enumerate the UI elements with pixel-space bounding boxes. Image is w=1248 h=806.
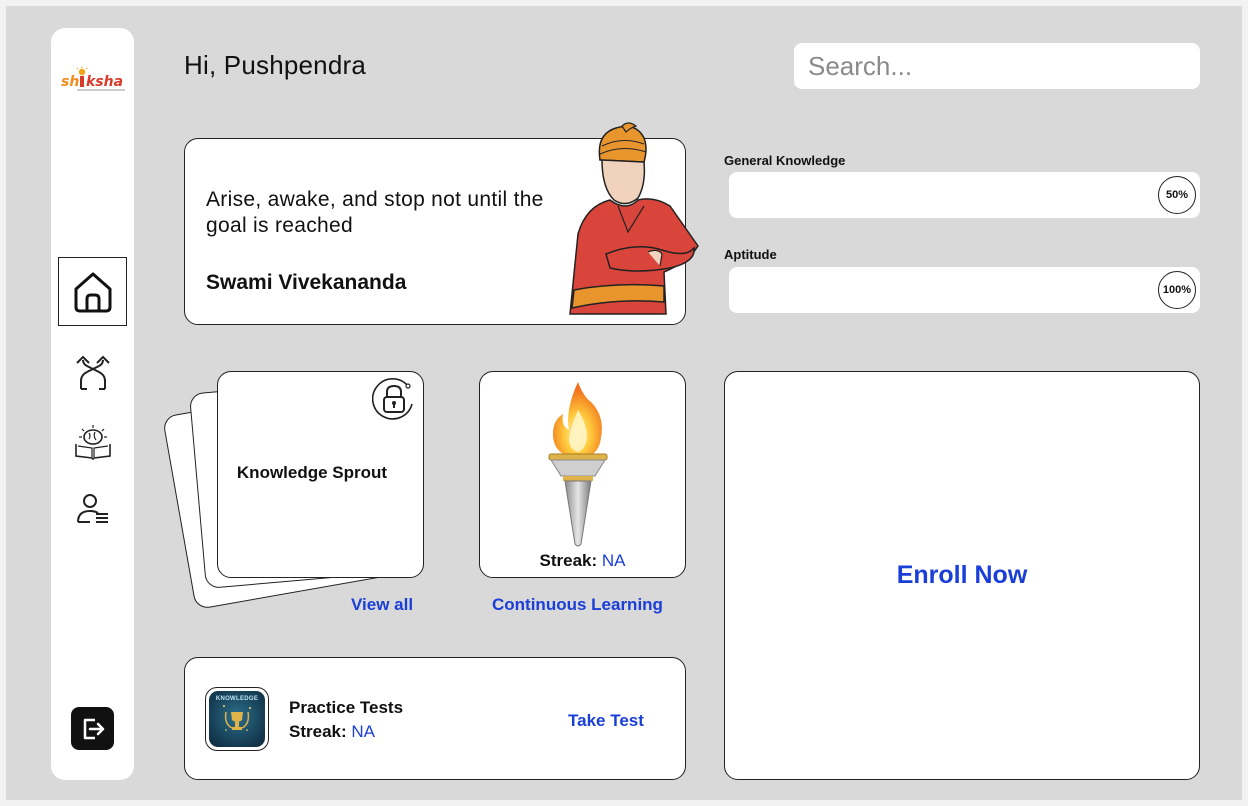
streak-value: NA xyxy=(601,551,626,570)
sidebar-item-home[interactable] xyxy=(58,257,127,326)
search-input[interactable] xyxy=(794,43,1200,89)
sidebar-item-learning[interactable] xyxy=(71,420,115,464)
continuous-learning-link[interactable]: Continuous Learning xyxy=(492,595,663,615)
progress-bar-aptitude: 100% xyxy=(729,267,1200,313)
greeting-heading: Hi, Pushpendra xyxy=(184,50,367,80)
enroll-card: Enroll Now xyxy=(724,371,1200,780)
take-test-link[interactable]: Take Test xyxy=(568,711,644,731)
logout-icon xyxy=(83,718,104,739)
practice-streak: Streak: NA xyxy=(289,722,375,742)
trophy-icon xyxy=(223,705,251,731)
torch-icon xyxy=(548,382,608,547)
progress-bar-gk: 50% xyxy=(729,172,1200,218)
progress-label-aptitude: Aptitude xyxy=(724,247,777,262)
practice-streak-label: Streak: xyxy=(289,722,347,741)
progress-badge-gk: 50% xyxy=(1158,176,1196,214)
practice-streak-value: NA xyxy=(351,722,375,741)
vivekananda-illustration xyxy=(569,122,699,315)
enroll-now-button[interactable]: Enroll Now xyxy=(897,561,1028,590)
practice-tests-thumbnail: KNOWLEDGE xyxy=(205,687,269,751)
svg-text:ksha: ksha xyxy=(86,74,123,90)
svg-text:sh: sh xyxy=(61,74,79,90)
progress-label-gk: General Knowledge xyxy=(724,153,846,168)
streak-label: Streak: xyxy=(539,551,598,570)
sidebar: sh ksha xyxy=(51,28,134,780)
crossroads-arrows-icon xyxy=(76,355,110,390)
view-all-link[interactable]: View all xyxy=(351,595,413,615)
knowledge-sprout-title: Knowledge Sprout xyxy=(236,463,388,482)
brain-book-icon xyxy=(75,425,111,460)
home-icon xyxy=(74,272,111,312)
shiksha-logo[interactable]: sh ksha xyxy=(59,66,129,96)
practice-tests-title: Practice Tests xyxy=(289,698,404,717)
practice-tests-card: KNOWLEDGE Practice Tests Streak: NA Take… xyxy=(184,657,686,780)
logo-graphic: sh ksha xyxy=(61,66,125,91)
sidebar-item-paths[interactable] xyxy=(71,352,115,396)
user-list-icon xyxy=(77,494,108,523)
progress-badge-aptitude: 100% xyxy=(1158,271,1196,309)
streak-status: Streak: NA xyxy=(479,551,686,571)
quote-text: Arise, awake, and stop not until the goa… xyxy=(206,188,544,237)
thumbnail-artwork: KNOWLEDGE xyxy=(209,691,265,747)
sidebar-item-profile[interactable] xyxy=(71,486,115,530)
logout-button[interactable] xyxy=(71,707,114,750)
lock-icon xyxy=(372,378,413,420)
quote-author: Swami Vivekananda xyxy=(206,271,407,294)
